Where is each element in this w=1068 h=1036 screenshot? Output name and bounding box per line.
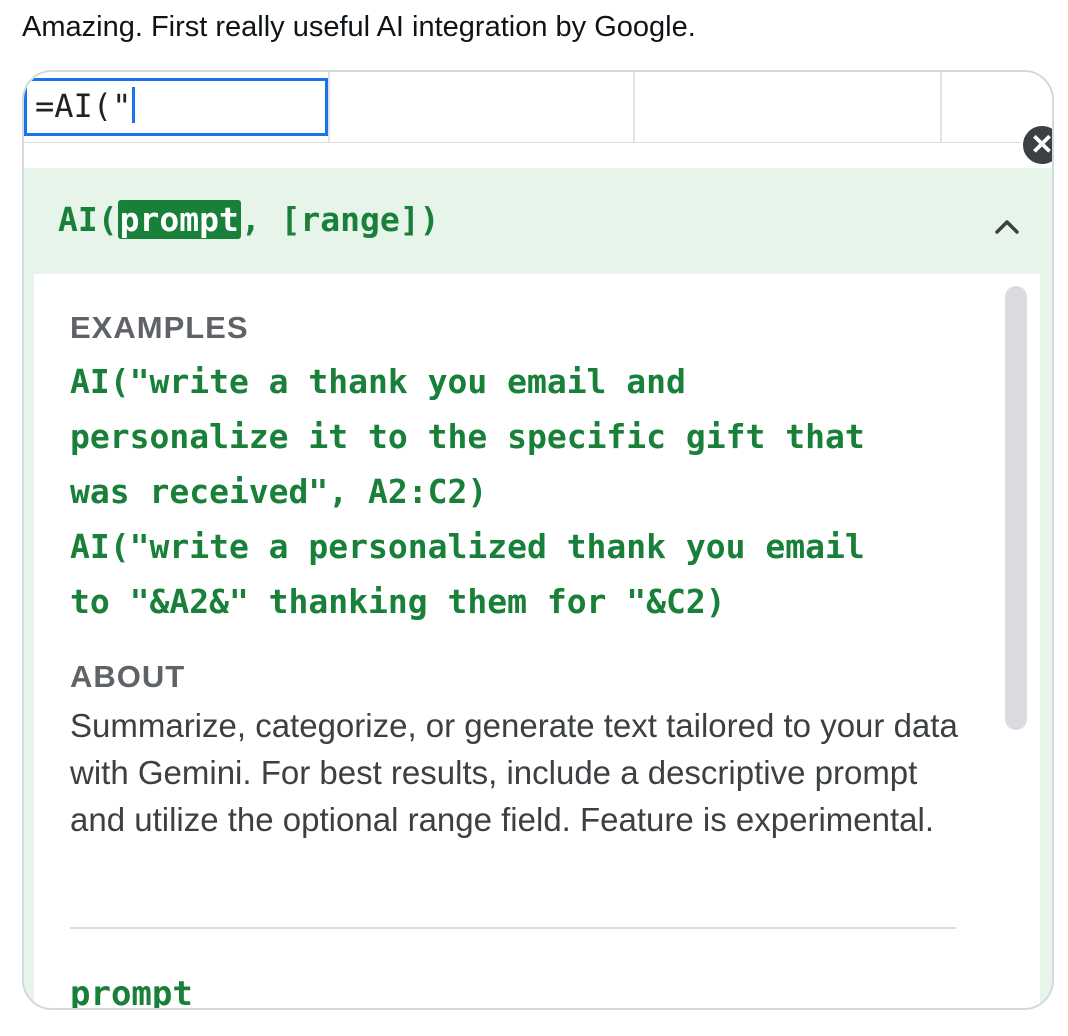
tweet-text: Amazing. First really useful AI integrat…	[22, 11, 696, 43]
column-divider	[940, 72, 942, 142]
column-divider	[633, 72, 635, 142]
section-divider	[70, 927, 956, 929]
example-1: AI("write a thank you email and personal…	[70, 362, 865, 511]
chevron-up-icon[interactable]	[990, 210, 1024, 244]
example-2: AI("write a personalized thank you email…	[70, 527, 865, 621]
embedded-screenshot-card: =AI(" AI(prompt, [range]) EXAMPLES AI("w…	[22, 70, 1054, 1010]
signature-prefix: AI(	[58, 200, 118, 239]
signature-suffix: , [range])	[240, 200, 440, 239]
examples-heading: EXAMPLES	[70, 310, 249, 345]
help-body: EXAMPLES AI("write a thank you email and…	[34, 274, 1040, 1010]
function-help-panel: AI(prompt, [range]) EXAMPLES AI("write a…	[24, 168, 1052, 1010]
active-cell-editor[interactable]: =AI("	[24, 78, 328, 136]
column-divider	[328, 72, 330, 142]
signature-current-arg: prompt	[117, 200, 241, 239]
cell-formula: =AI("	[35, 87, 132, 125]
about-description: Summarize, categorize, or generate text …	[70, 707, 958, 838]
close-icon[interactable]: ✕	[1021, 124, 1052, 166]
about-heading: ABOUT	[70, 659, 186, 694]
scrollbar-thumb[interactable]	[1005, 286, 1027, 730]
text-caret	[132, 87, 136, 123]
param-prompt-heading: prompt	[70, 974, 193, 1010]
function-signature: AI(prompt, [range])	[58, 200, 440, 239]
spreadsheet-row: =AI("	[24, 72, 1052, 143]
